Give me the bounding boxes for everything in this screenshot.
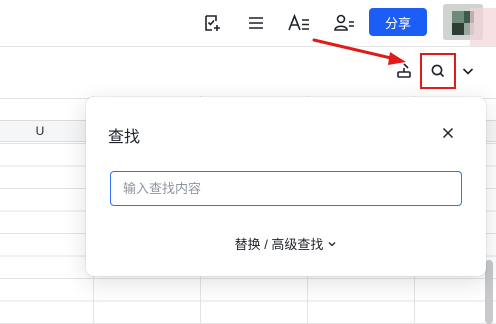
collaborators-icon[interactable] — [331, 10, 357, 36]
close-icon[interactable] — [438, 123, 458, 143]
menu-icon[interactable] — [243, 10, 269, 36]
find-input[interactable] — [110, 171, 462, 206]
chevron-down-icon[interactable] — [455, 58, 481, 84]
dialog-title: 查找 — [108, 129, 141, 146]
format-painter-icon[interactable] — [391, 58, 417, 84]
column-header-u[interactable]: U — [30, 124, 50, 138]
search-highlight-box — [420, 53, 456, 89]
vertical-scrollbar[interactable] — [485, 260, 493, 324]
share-button[interactable]: 分享 — [369, 8, 427, 36]
find-dialog: 查找 替换 / 高级查找 — [86, 97, 486, 276]
top-toolbar: 分享 — [0, 0, 496, 46]
replace-advanced-find-label: 替换 / 高级查找 — [234, 237, 324, 252]
text-format-icon[interactable] — [286, 10, 312, 36]
chevron-down-icon — [328, 241, 336, 246]
task-add-icon[interactable] — [199, 10, 225, 36]
replace-advanced-find-link[interactable]: 替换 / 高级查找 — [86, 234, 486, 253]
